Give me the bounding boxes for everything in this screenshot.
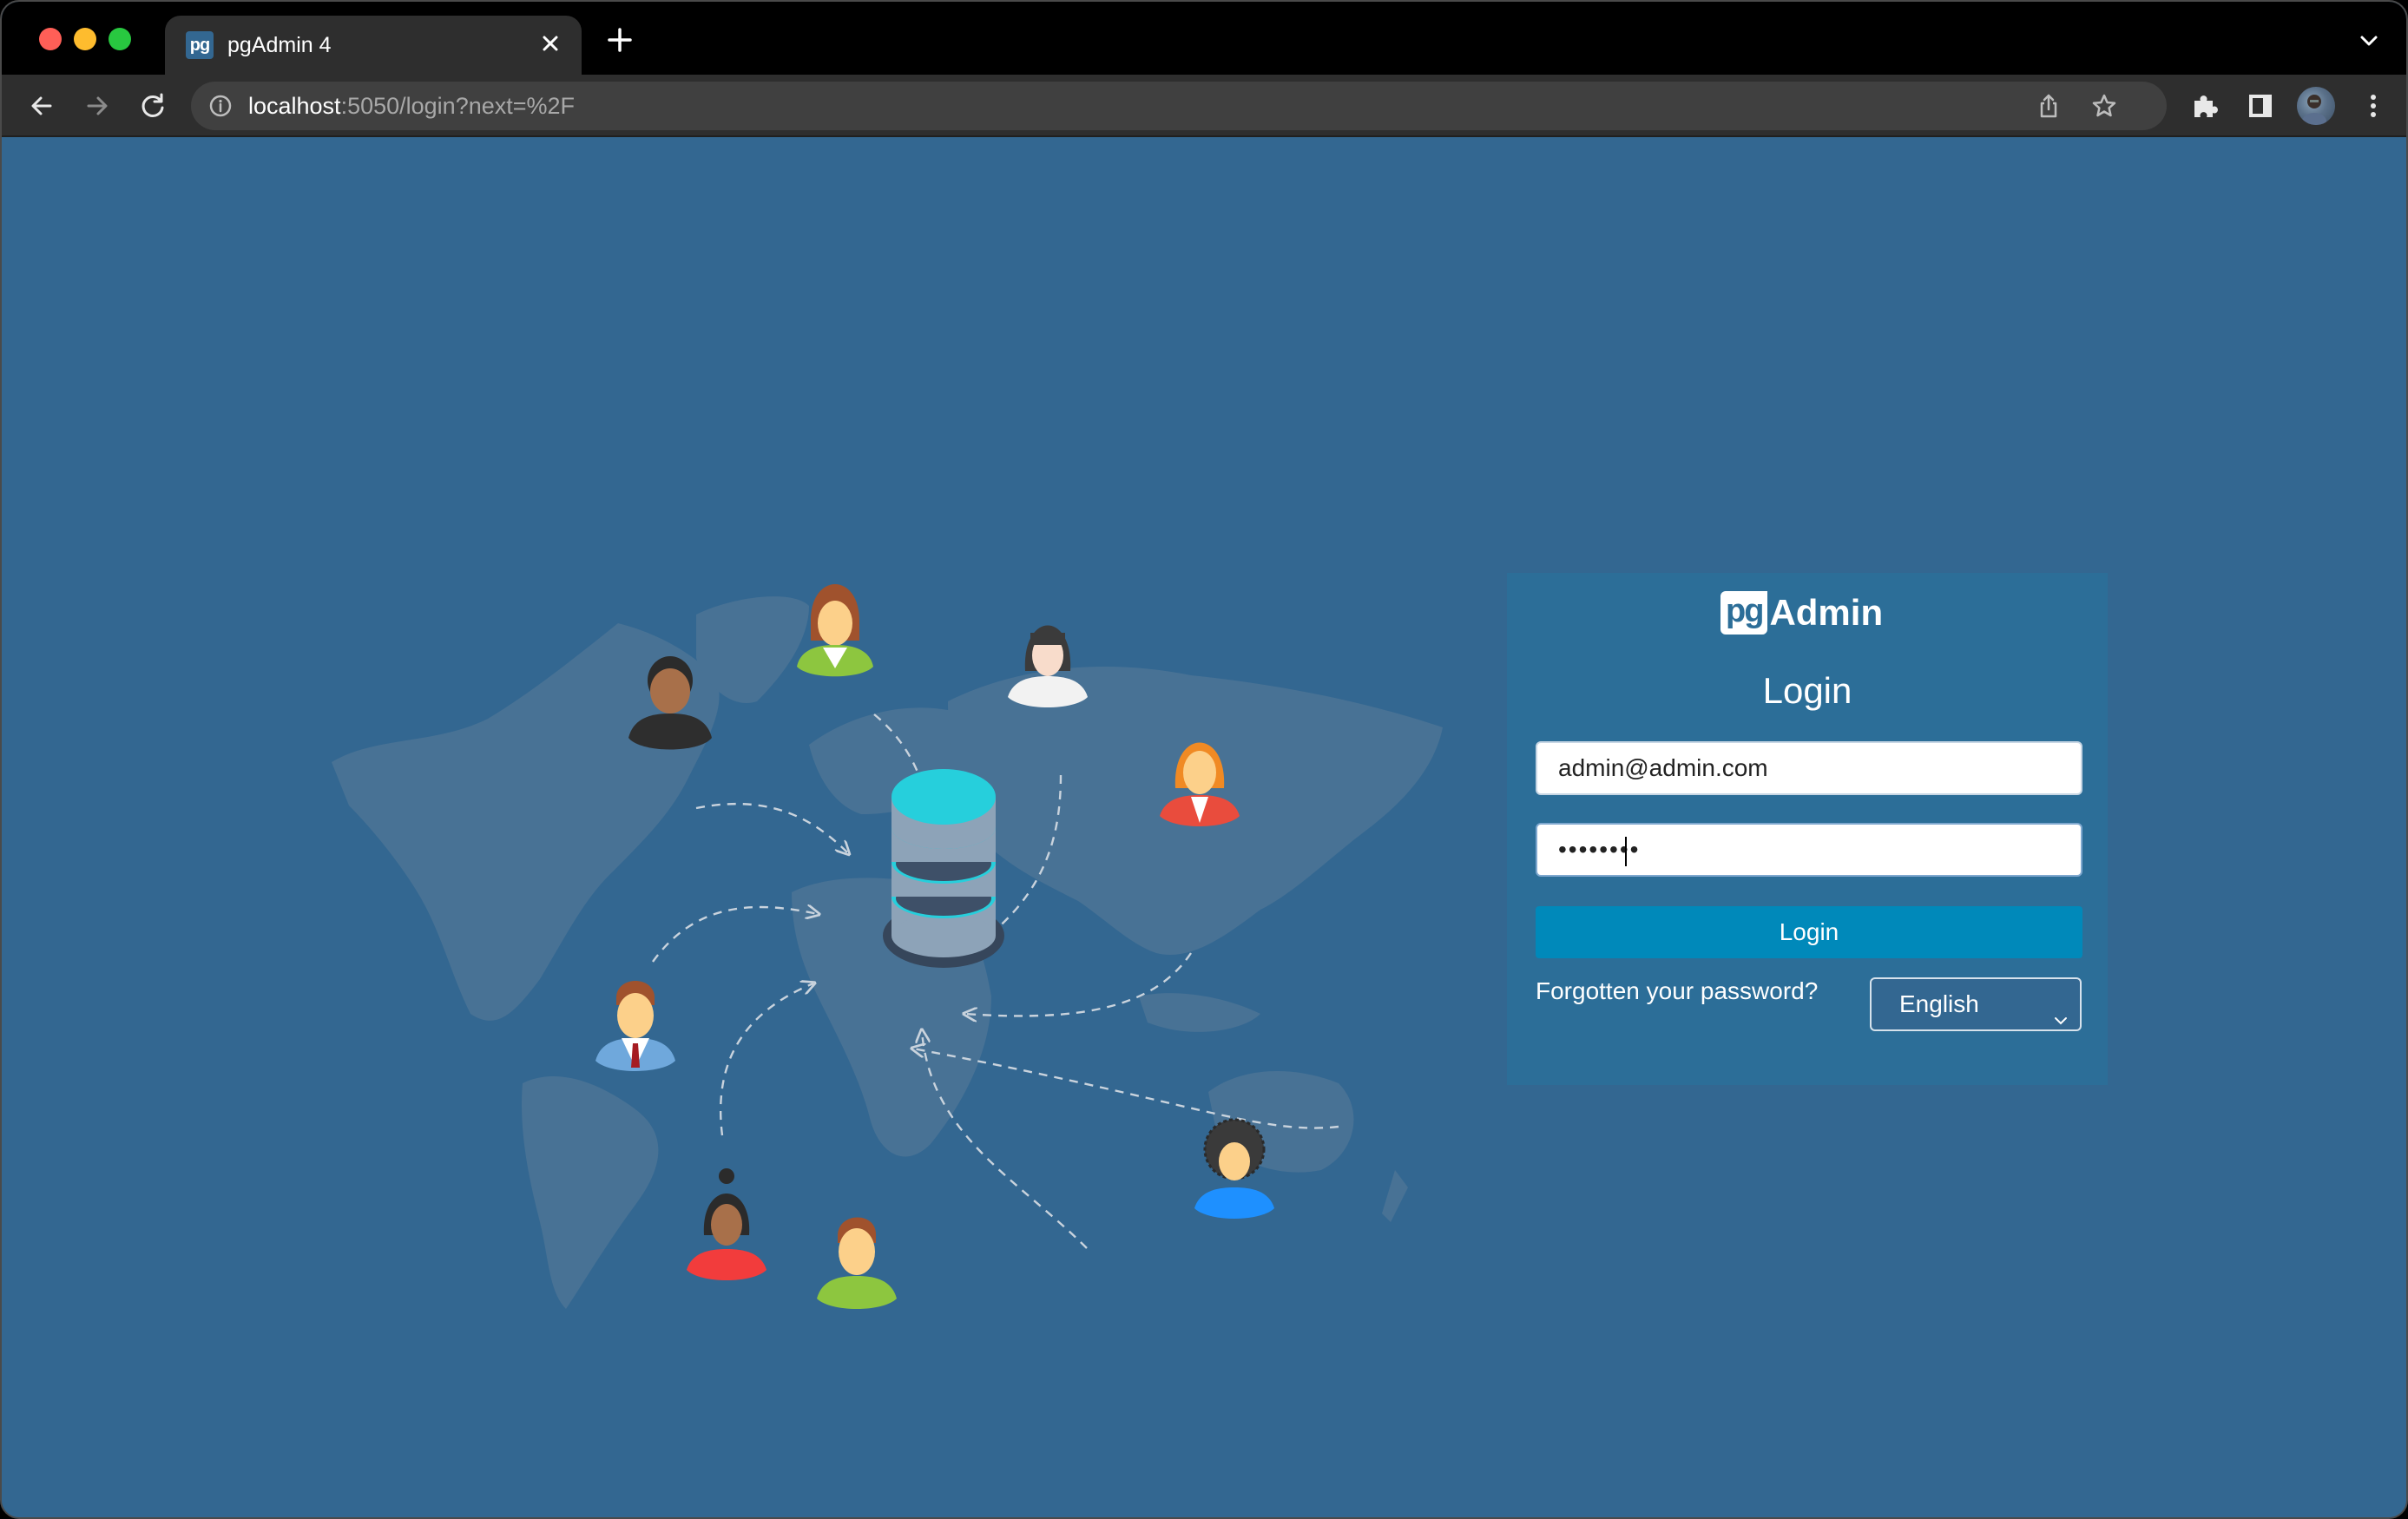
minimize-window-button[interactable] (74, 28, 96, 50)
arrow-right-icon[interactable] (80, 89, 115, 123)
url-text[interactable]: localhost:5050/login?next=%2F (248, 93, 575, 120)
pgadmin-logo: pg Admin (1720, 590, 1883, 635)
arrow-left-icon[interactable] (24, 89, 59, 123)
person-man-green (817, 1217, 897, 1309)
pgadmin-favicon-icon: pg (186, 31, 214, 59)
language-select[interactable]: English (1870, 977, 2082, 1031)
tab-pgadmin[interactable]: pg pgAdmin 4 (165, 16, 582, 75)
info-icon[interactable] (208, 94, 233, 118)
email-field[interactable] (1536, 741, 2082, 795)
person-woman-green (797, 584, 873, 677)
password-field[interactable] (1536, 823, 2082, 877)
chevron-down-icon (2052, 996, 2069, 1025)
share-icon[interactable] (2035, 92, 2063, 120)
browser-window: pg pgAdmin 4 localhost:5050/login?next=%… (0, 0, 2408, 1519)
chevron-down-icon[interactable] (2356, 28, 2382, 54)
page-title: Login (1762, 670, 1852, 711)
person-woman-bun-red (687, 1168, 766, 1280)
logo-admin: Admin (1769, 592, 1884, 633)
puzzle-icon[interactable] (2189, 90, 2220, 122)
person-man-tie (595, 981, 675, 1071)
reload-icon[interactable] (135, 89, 170, 123)
kebab-menu-icon[interactable] (2358, 90, 2389, 122)
star-icon[interactable] (2090, 92, 2118, 120)
text-cursor (1625, 837, 1627, 866)
plus-icon[interactable] (602, 23, 637, 57)
login-button[interactable]: Login (1536, 906, 2082, 958)
side-panel-icon[interactable] (2245, 90, 2276, 122)
page-content: pg Admin Login Login Forgotten your pass… (2, 137, 2406, 1517)
arrow-6 (719, 983, 813, 1136)
url-path: :5050/login?next=%2F (340, 93, 576, 119)
database-icon (883, 769, 1004, 968)
address-bar[interactable]: localhost:5050/login?next=%2F (191, 82, 2167, 130)
forgot-password-link[interactable]: Forgotten your password? (1536, 977, 1818, 1005)
tab-title: pgAdmin 4 (227, 33, 332, 57)
tab-strip: pg pgAdmin 4 (2, 2, 2406, 75)
world-map-illustration (332, 584, 1443, 1309)
maximize-window-button[interactable] (109, 28, 131, 50)
url-host: localhost (248, 93, 341, 119)
person-woman-white (1008, 625, 1088, 707)
language-selected: English (1899, 990, 1979, 1017)
arrow-3 (695, 802, 848, 853)
login-panel: pg Admin Login Login Forgotten your pass… (1507, 573, 2108, 1085)
close-window-button[interactable] (39, 28, 62, 50)
close-icon[interactable] (535, 28, 566, 59)
avatar[interactable] (2297, 87, 2335, 125)
browser-toolbar: localhost:5050/login?next=%2F (2, 75, 2406, 137)
logo-pg: pg (1720, 591, 1768, 635)
world-map (332, 596, 1443, 1309)
